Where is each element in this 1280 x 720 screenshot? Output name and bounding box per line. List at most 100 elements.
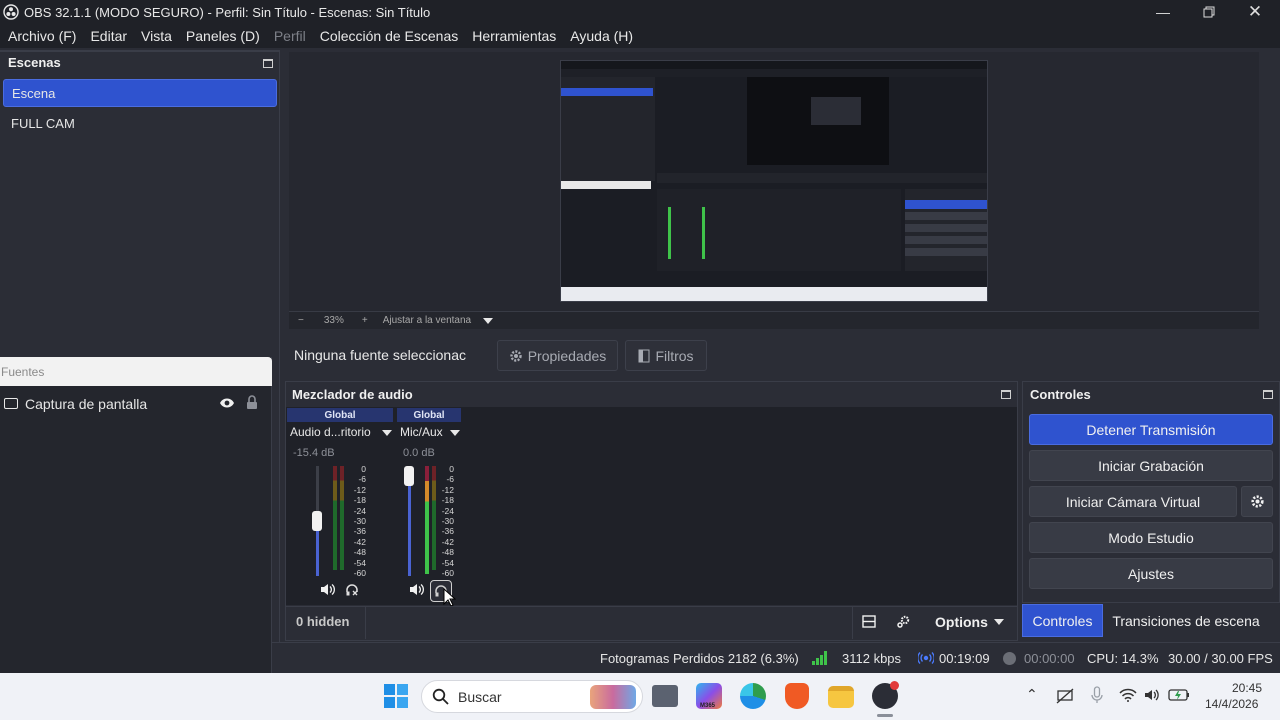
channel-2-slider-fill xyxy=(408,476,411,576)
properties-button[interactable]: Propiedades xyxy=(497,340,618,371)
speaker-icon[interactable] xyxy=(409,583,424,596)
edge-icon[interactable] xyxy=(740,683,766,709)
channel-2-name[interactable]: Mic/Aux xyxy=(400,425,443,439)
m365-icon[interactable]: M365 xyxy=(696,683,722,709)
eye-icon[interactable] xyxy=(219,397,235,409)
advanced-settings-icon[interactable] xyxy=(896,614,911,629)
meter-scale-tick: -48 xyxy=(441,547,454,558)
task-view-icon[interactable] xyxy=(652,685,678,707)
obs-taskbar-icon[interactable] xyxy=(872,681,899,709)
streaming-icon xyxy=(918,652,934,664)
fit-window-select[interactable]: Ajustar a la ventana xyxy=(383,315,471,326)
meter-scale-tick: -24 xyxy=(353,505,366,516)
menu-vista[interactable]: Vista xyxy=(134,28,179,44)
meter-scale-tick: -12 xyxy=(441,484,454,495)
filters-button[interactable]: Filtros xyxy=(625,340,707,371)
search-highlight-image xyxy=(590,685,636,709)
dropped-frames: Fotogramas Perdidos 2182 (6.3%) xyxy=(600,651,799,666)
unlock-icon[interactable] xyxy=(246,395,258,410)
channel-2-slider-knob[interactable] xyxy=(404,466,414,486)
channel-2-meter xyxy=(425,466,429,574)
windows-start-icon[interactable] xyxy=(384,684,408,708)
scene-label: FULL CAM xyxy=(11,115,75,131)
meter-scale-tick: -54 xyxy=(441,557,454,568)
clock-date[interactable]: 14/4/2026 xyxy=(1205,697,1258,711)
minimize-icon[interactable]: — xyxy=(1140,0,1186,24)
chevron-up-icon[interactable]: ⌃ xyxy=(1026,686,1038,703)
float-dock-icon[interactable] xyxy=(263,59,273,68)
settings-label: Ajustes xyxy=(1128,565,1174,582)
menu-coleccion-escenas[interactable]: Colección de Escenas xyxy=(313,28,466,44)
menu-archivo[interactable]: Archivo (F) xyxy=(1,28,83,44)
network-off-icon[interactable] xyxy=(1056,688,1074,704)
headphones-icon[interactable] xyxy=(345,583,359,597)
battery-charging-icon[interactable] xyxy=(1168,689,1190,701)
channel-1-name[interactable]: Audio d...ritorio xyxy=(290,425,371,439)
zoom-level: 33% xyxy=(323,315,344,326)
chevron-down-icon[interactable] xyxy=(382,430,392,436)
active-app-indicator xyxy=(877,714,893,717)
zoom-out-button[interactable]: − xyxy=(298,315,304,326)
tab-controles[interactable]: Controles xyxy=(1022,604,1103,637)
mixer-body xyxy=(286,407,1017,605)
sources-dock-header[interactable]: Fuentes xyxy=(0,357,272,386)
stop-stream-button[interactable]: Detener Transmisión xyxy=(1029,414,1273,445)
tab-transiciones[interactable]: Transiciones de escena xyxy=(1107,604,1265,637)
settings-button[interactable]: Ajustes xyxy=(1029,558,1273,589)
fps: 30.00 / 30.00 FPS xyxy=(1168,651,1273,666)
start-virtual-camera-button[interactable]: Iniciar Cámara Virtual xyxy=(1029,486,1237,517)
brave-icon[interactable] xyxy=(785,683,809,709)
bitrate: 3112 kbps xyxy=(842,651,902,666)
start-recording-button[interactable]: Iniciar Grabación xyxy=(1029,450,1273,481)
float-dock-icon[interactable] xyxy=(1263,390,1273,399)
divider xyxy=(852,607,853,639)
mixer-title: Mezclador de audio xyxy=(292,387,413,402)
menu-paneles[interactable]: Paneles (D) xyxy=(179,28,267,44)
recording-badge xyxy=(890,681,899,690)
scene-item-full-cam[interactable]: FULL CAM xyxy=(3,109,277,137)
no-source-label: Ninguna fuente seleccionac xyxy=(294,347,467,363)
menu-editar[interactable]: Editar xyxy=(83,28,134,44)
menu-herramientas[interactable]: Herramientas xyxy=(465,28,563,44)
wifi-icon[interactable] xyxy=(1119,688,1137,702)
close-icon[interactable]: ✕ xyxy=(1232,0,1278,24)
meter-scale-tick: -60 xyxy=(353,568,366,579)
properties-label: Propiedades xyxy=(527,347,607,364)
layout-icon[interactable] xyxy=(862,615,876,628)
filters-label: Filtros xyxy=(655,347,694,364)
studio-mode-button[interactable]: Modo Estudio xyxy=(1029,522,1273,553)
scene-item-escena[interactable]: Escena xyxy=(3,79,277,107)
speaker-icon[interactable] xyxy=(320,583,335,596)
meter-scale-tick: -54 xyxy=(353,557,366,568)
chevron-down-icon[interactable] xyxy=(483,317,494,324)
clock-time[interactable]: 20:45 xyxy=(1232,681,1262,695)
restore-icon[interactable] xyxy=(1186,0,1232,24)
meter-scale-tick: 0 xyxy=(449,464,454,474)
options-button[interactable]: Options xyxy=(935,614,988,630)
scene-label: Escena xyxy=(12,85,56,101)
source-item[interactable]: Captura de pantalla xyxy=(0,393,272,415)
meter-scale-tick: -42 xyxy=(441,536,454,547)
menu-ayuda[interactable]: Ayuda (H) xyxy=(563,28,640,44)
virtual-camera-settings-button[interactable] xyxy=(1241,486,1273,517)
divider xyxy=(365,607,366,639)
hidden-count[interactable]: 0 hidden xyxy=(296,614,349,629)
file-explorer-icon[interactable] xyxy=(828,686,854,708)
menu-perfil[interactable]: Perfil xyxy=(267,28,313,44)
meter-scale-tick: 0 xyxy=(361,464,366,474)
taskbar-search[interactable]: Buscar xyxy=(421,680,643,713)
float-dock-icon[interactable] xyxy=(1001,390,1011,399)
microphone-icon[interactable] xyxy=(1091,686,1103,704)
zoom-in-button[interactable]: + xyxy=(362,315,368,326)
record-icon xyxy=(1003,652,1016,665)
chevron-down-icon[interactable] xyxy=(994,619,1004,625)
meter-scale-tick: -6 xyxy=(446,474,454,485)
tab-label: Transiciones de escena xyxy=(1112,612,1260,629)
chevron-down-icon[interactable] xyxy=(450,430,460,436)
stop-stream-label: Detener Transmisión xyxy=(1086,421,1216,438)
meter-scale-tick: -48 xyxy=(353,547,366,558)
preview-screen-capture xyxy=(560,60,988,302)
channel-1-slider-knob[interactable] xyxy=(312,511,322,531)
volume-icon[interactable] xyxy=(1144,688,1160,702)
menu-bar: Archivo (F) Editar Vista Paneles (D) Per… xyxy=(0,24,1280,48)
